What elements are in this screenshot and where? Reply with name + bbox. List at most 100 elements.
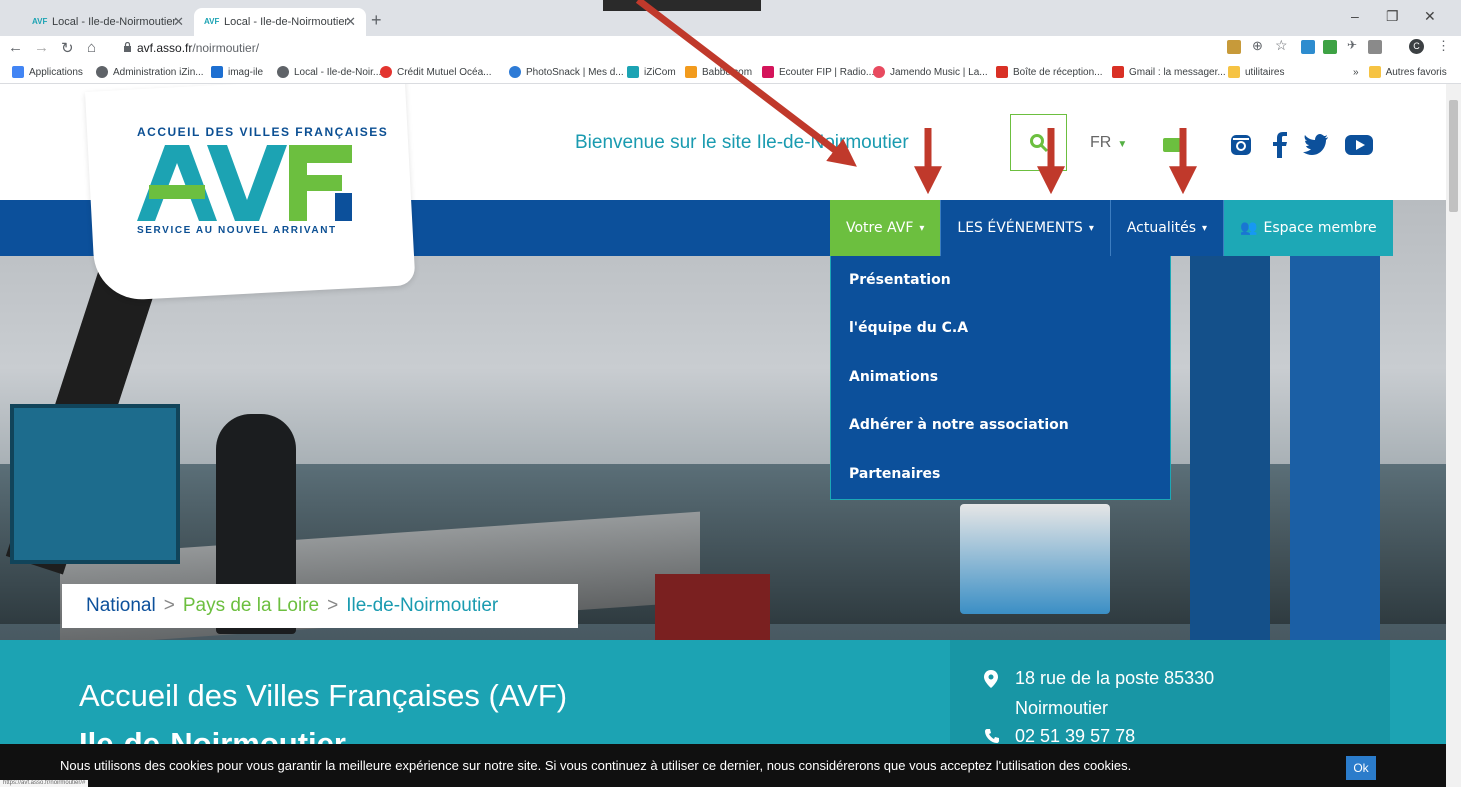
menu-actualites[interactable]: Actualités ▾ [1109,200,1224,256]
logo-bottom-text: SERVICE AU NOUVEL ARRIVANT [137,225,337,236]
dropdown-item-adherer[interactable]: Adhérer à notre association [849,417,1069,433]
close-tab-icon[interactable]: ✕ [173,14,184,30]
url-path: /noirmoutier/ [192,41,260,55]
bookmark-item[interactable]: PhotoSnack | Mes d... [509,66,624,78]
caret-down-icon: ▾ [919,222,925,234]
black-overlay-bar [603,0,761,11]
url-field[interactable]: avf.asso.fr/noirmoutier/ [137,41,259,55]
cookie-text: Nous utilisons des cookies pour vous gar… [60,758,1132,773]
bookmark-label: Administration iZin... [113,66,204,78]
close-window-icon[interactable]: ✕ [1424,8,1436,25]
extension-icon[interactable] [1227,40,1241,54]
hero-structure [1290,200,1380,640]
facebook-icon[interactable] [1270,132,1290,158]
scrollbar-thumb[interactable] [1449,100,1458,212]
bookmark-item[interactable]: imag-ile [211,66,263,78]
bookmark-item[interactable]: Boîte de réception... [996,66,1103,78]
breadcrumb-national[interactable]: National [86,595,156,617]
izicom-icon [627,66,639,78]
breadcrumb-local: Ile-de-Noirmoutier [346,595,499,616]
logo-top-text[interactable]: ACCUEIL DES VILLES FRANÇAISES [137,125,388,139]
bookmark-applications[interactable]: Applications [12,66,83,78]
votre-avf-dropdown: Présentation l'équipe du C.A Animations … [830,256,1171,500]
bookmark-label: imag-ile [228,66,264,78]
gmail-icon [996,66,1008,78]
bookmark-folder[interactable]: utilitaires [1228,66,1284,78]
lock-icon [124,42,131,52]
forward-icon[interactable]: → [34,39,49,56]
hero-boat [960,504,1110,614]
bookmark-item[interactable]: Crédit Mutuel Océa... [380,66,491,78]
apps-grid-icon [12,66,24,78]
reload-icon[interactable]: ↻ [61,39,74,57]
b-logo-icon [211,66,223,78]
menu-espace-membre[interactable]: 👥 Espace membre [1223,200,1393,256]
close-tab-icon[interactable]: ✕ [345,14,356,30]
search-icon [1029,133,1048,152]
breadcrumb-region[interactable]: Pays de la Loire [183,595,319,617]
bookmark-item[interactable]: Gmail : la messager... [1112,66,1226,78]
menu-label: Espace membre [1263,220,1377,236]
bookmark-item[interactable]: Administration iZin... [96,66,204,78]
hero-structure [1190,200,1270,640]
bookmark-item[interactable]: Ecouter FIP | Radio... [762,66,874,78]
bookmark-label: iZiCom [644,66,676,78]
twitter-icon[interactable] [1303,132,1329,158]
instagram-icon[interactable] [1229,132,1253,158]
home-icon[interactable]: ⌂ [87,39,96,56]
web-page: ACCUEIL DES VILLES FRANÇAISES SERVICE AU… [0,84,1446,787]
dropdown-item-equipe[interactable]: l'équipe du C.A [849,320,968,336]
menu-dots-icon[interactable]: ⋮ [1437,38,1450,54]
minimize-icon[interactable]: – [1351,8,1359,24]
bookmark-label: Applications [29,66,83,78]
bookmark-item[interactable]: iZiCom [627,66,676,78]
address-line-2: Noirmoutier [1015,698,1109,718]
menu-votre-avf[interactable]: Votre AVF ▾ [830,200,941,256]
back-icon[interactable]: ← [8,39,23,56]
bookmarks-overflow[interactable]: » Autres favoris [1353,66,1447,78]
plane-icon[interactable]: ✈ [1347,38,1357,52]
restore-icon[interactable]: ❐ [1386,8,1399,25]
bookmark-item[interactable]: Local - Ile-de-Noir... [277,66,381,78]
menu-evenements[interactable]: LES ÉVÉNEMENTS ▾ [940,200,1110,256]
bookmark-label: Jamendo Music | La... [890,66,988,78]
youtube-icon[interactable] [1345,132,1373,158]
jamendo-icon [873,66,885,78]
dropdown-item-presentation[interactable]: Présentation [849,272,951,288]
dropdown-item-partenaires[interactable]: Partenaires [849,466,940,482]
folder-icon [1368,66,1381,78]
main-menu: Votre AVF ▾ LES ÉVÉNEMENTS ▾ Actualités ▾ 👥… [830,200,1393,256]
star-icon[interactable]: ☆ [1275,37,1288,54]
avf-favicon-icon: AVF [32,17,48,26]
bookmark-label: Crédit Mutuel Océa... [397,66,492,78]
search-button[interactable] [1010,114,1067,171]
avf-favicon-icon: AVF [204,17,220,26]
status-bar-url: https://avf.asso.fr/noirmoutier/# [0,780,89,787]
hero-cabin [10,404,180,564]
page-title: Accueil des Villes Françaises (AVF) [79,678,568,713]
double-chevron-icon: » [1353,66,1359,78]
cookie-ok-button[interactable]: Ok [1346,756,1376,780]
bookmark-item[interactable]: Babbelcom [685,66,752,78]
profile-avatar[interactable]: C [1409,39,1424,54]
bookmark-label: utilitaires [1245,66,1285,78]
bookmark-label: Babbelcom [702,66,753,78]
bookmark-label: Boîte de réception... [1013,66,1103,78]
avf-logo[interactable] [137,145,357,221]
mail-icon[interactable] [1163,138,1181,152]
bookmark-item[interactable]: Jamendo Music | La... [873,66,988,78]
caret-down-icon: ▾ [1202,222,1208,234]
dropdown-item-animations[interactable]: Animations [849,369,938,385]
extension-grid-icon[interactable] [1368,40,1382,54]
welcome-text: Bienvenue sur le site Ile-de-Noirmoutier [575,132,909,153]
folder-icon [1228,66,1240,78]
check-extension-icon[interactable] [1323,40,1337,54]
language-selector[interactable]: FR ▼ [1090,134,1127,152]
browser-tab[interactable]: AVF Local - Ile-de-Noirmoutier ✕ [22,8,194,36]
babbel-icon [685,66,697,78]
photosnack-icon [509,66,521,78]
dropbox-icon[interactable] [1301,40,1315,54]
new-tab-icon[interactable]: + [371,10,382,31]
browser-tab-active[interactable]: AVF Local - Ile-de-Noirmoutier ✕ [194,8,366,36]
zoom-icon[interactable]: ⊕ [1252,38,1263,54]
